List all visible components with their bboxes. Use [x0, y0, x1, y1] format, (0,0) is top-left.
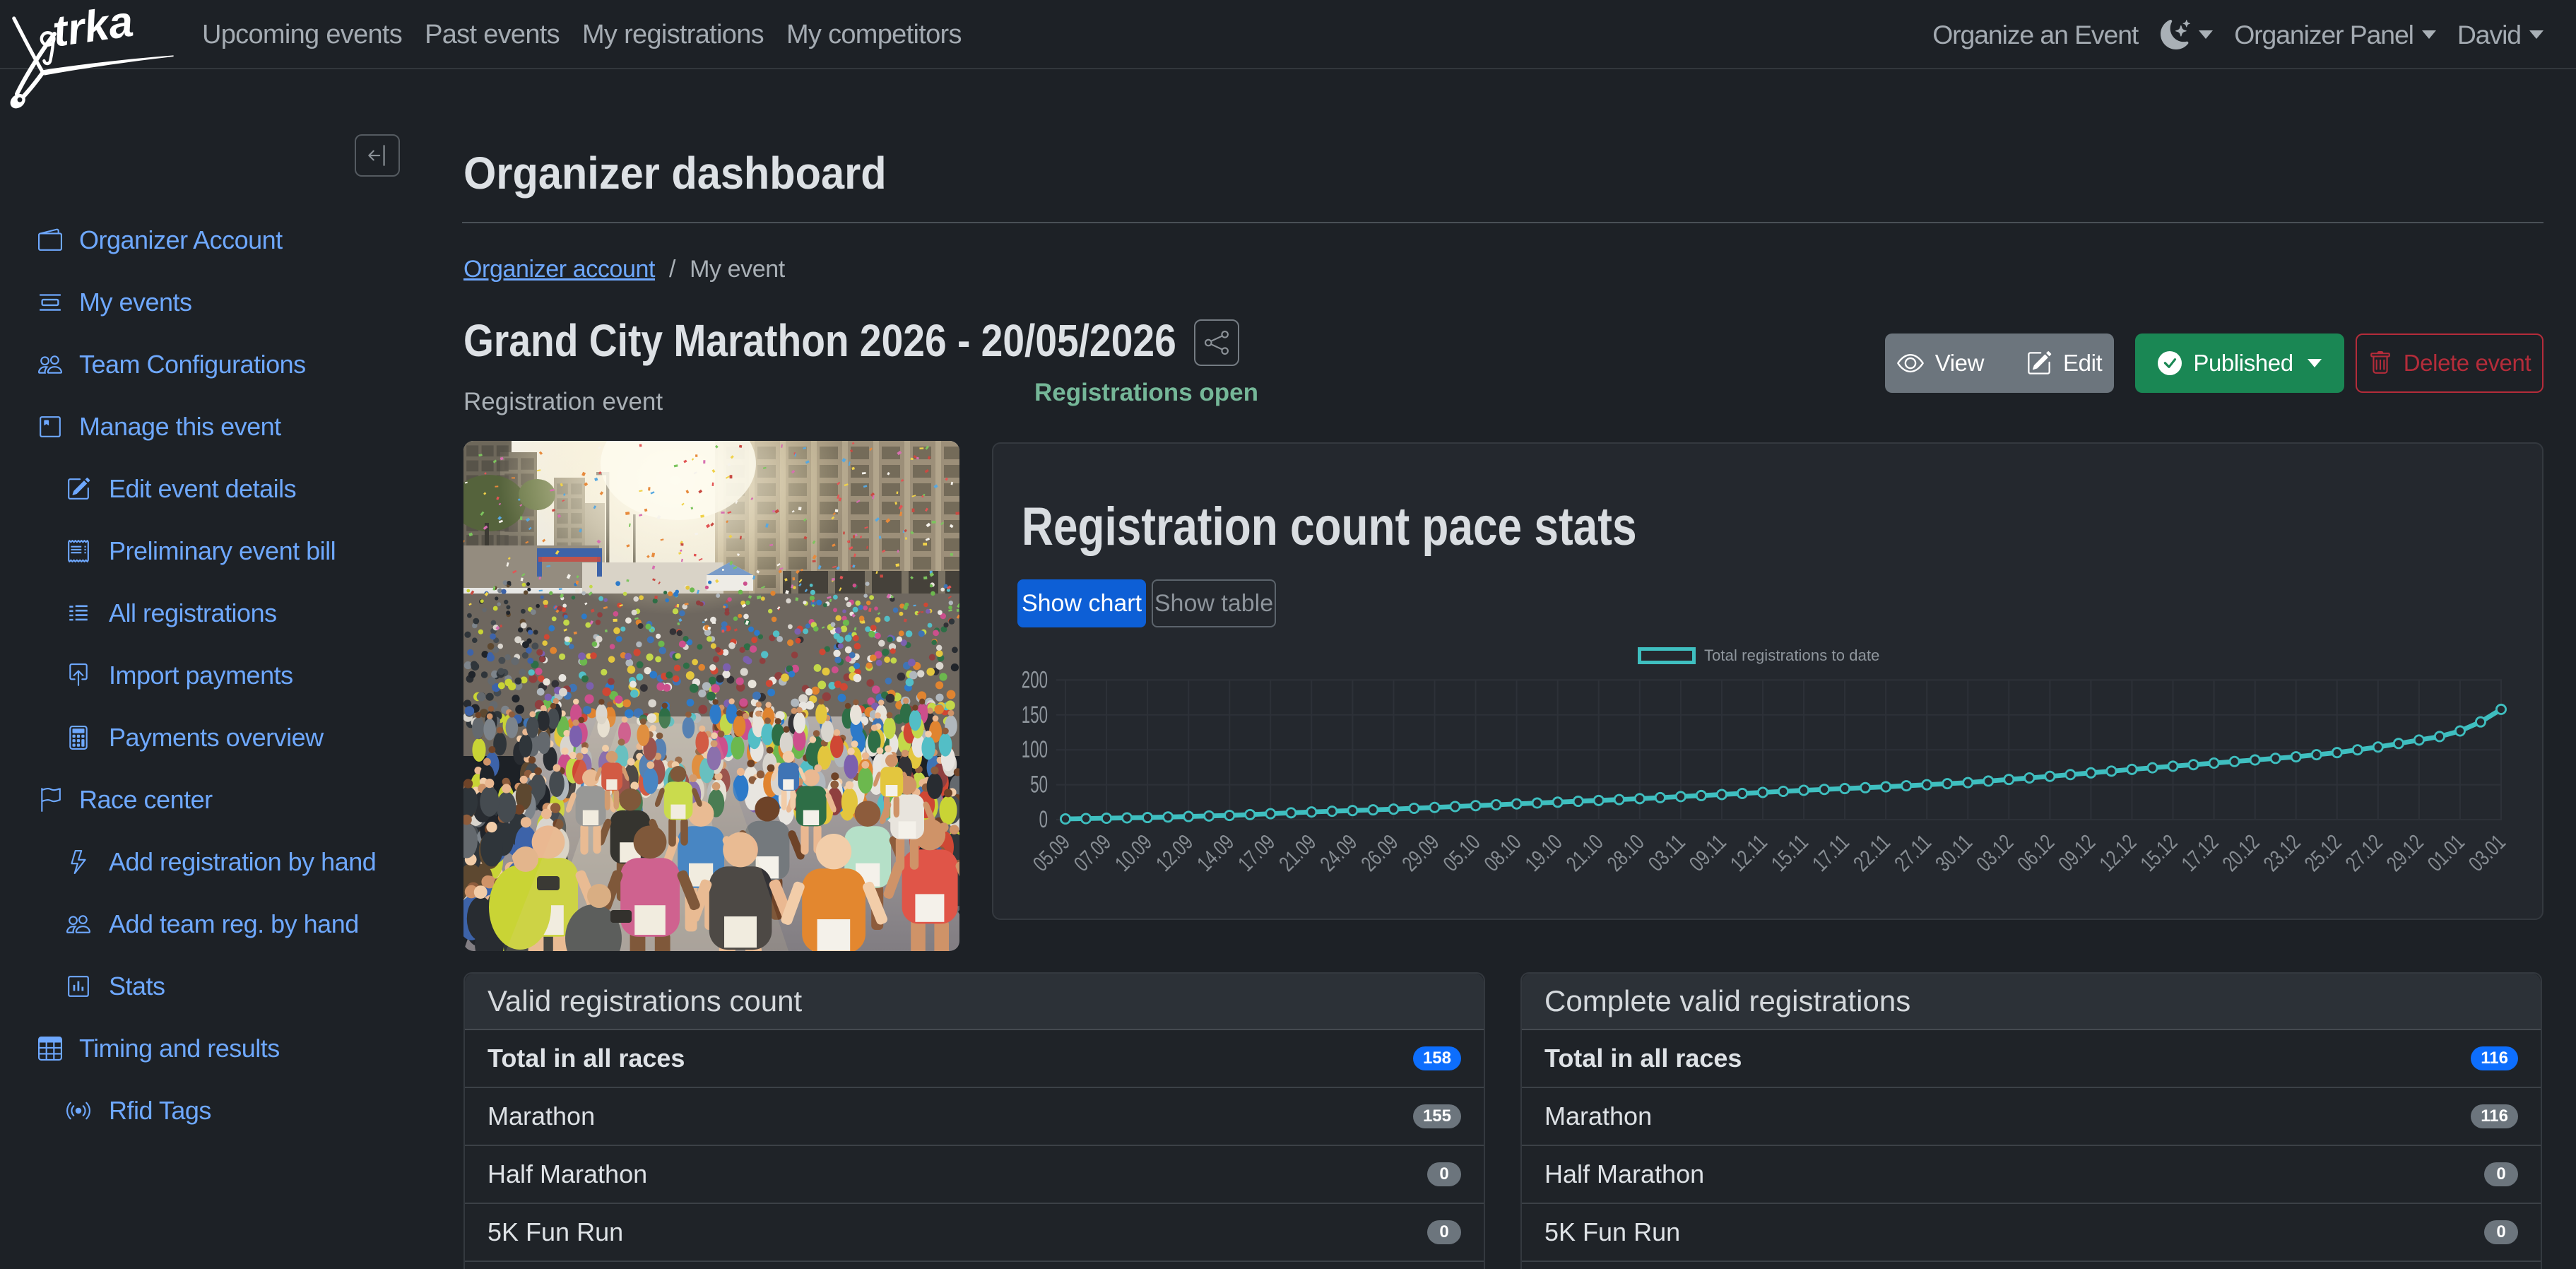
svg-text:21.09: 21.09 [1275, 830, 1321, 876]
svg-text:27.11: 27.11 [1889, 830, 1936, 876]
svg-text:01.01: 01.01 [2423, 830, 2469, 876]
svg-text:30.11: 30.11 [1930, 830, 1977, 876]
svg-text:200: 200 [1022, 666, 1048, 693]
svg-text:17.09: 17.09 [1233, 830, 1280, 876]
svg-text:05.10: 05.10 [1438, 830, 1485, 876]
svg-text:17.12: 17.12 [2177, 830, 2223, 876]
svg-text:12.12: 12.12 [2095, 830, 2141, 876]
svg-text:03.11: 03.11 [1643, 830, 1690, 876]
svg-text:26.09: 26.09 [1357, 830, 1403, 876]
svg-text:15.11: 15.11 [1766, 830, 1813, 876]
svg-text:09.11: 09.11 [1684, 830, 1731, 876]
svg-text:12.09: 12.09 [1151, 830, 1198, 876]
svg-text:50: 50 [1030, 772, 1048, 798]
svg-text:100: 100 [1022, 736, 1048, 763]
svg-text:10.09: 10.09 [1110, 830, 1157, 876]
svg-text:09.12: 09.12 [2054, 830, 2101, 876]
svg-text:05.09: 05.09 [1028, 830, 1075, 876]
svg-text:17.11: 17.11 [1807, 830, 1854, 876]
svg-text:29.12: 29.12 [2382, 830, 2428, 876]
svg-text:28.10: 28.10 [1602, 830, 1649, 876]
svg-text:06.12: 06.12 [2013, 830, 2060, 876]
svg-text:21.10: 21.10 [1561, 830, 1608, 876]
svg-text:24.09: 24.09 [1316, 830, 1362, 876]
svg-text:08.10: 08.10 [1479, 830, 1526, 876]
svg-text:20.12: 20.12 [2218, 830, 2264, 876]
svg-text:27.12: 27.12 [2341, 830, 2387, 876]
svg-text:23.12: 23.12 [2259, 830, 2305, 876]
svg-text:22.11: 22.11 [1848, 830, 1895, 876]
svg-text:14.09: 14.09 [1192, 830, 1239, 876]
svg-text:03.12: 03.12 [1972, 830, 2019, 876]
svg-text:03.01: 03.01 [2464, 830, 2510, 876]
svg-text:12.11: 12.11 [1725, 830, 1772, 876]
svg-text:07.09: 07.09 [1069, 830, 1116, 876]
svg-text:trka: trka [49, 3, 136, 57]
svg-text:15.12: 15.12 [2136, 830, 2182, 876]
svg-text:0: 0 [1039, 806, 1048, 833]
svg-text:29.09: 29.09 [1398, 830, 1444, 876]
svg-text:25.12: 25.12 [2300, 830, 2346, 876]
svg-text:150: 150 [1022, 702, 1048, 728]
svg-text:19.10: 19.10 [1520, 830, 1567, 876]
